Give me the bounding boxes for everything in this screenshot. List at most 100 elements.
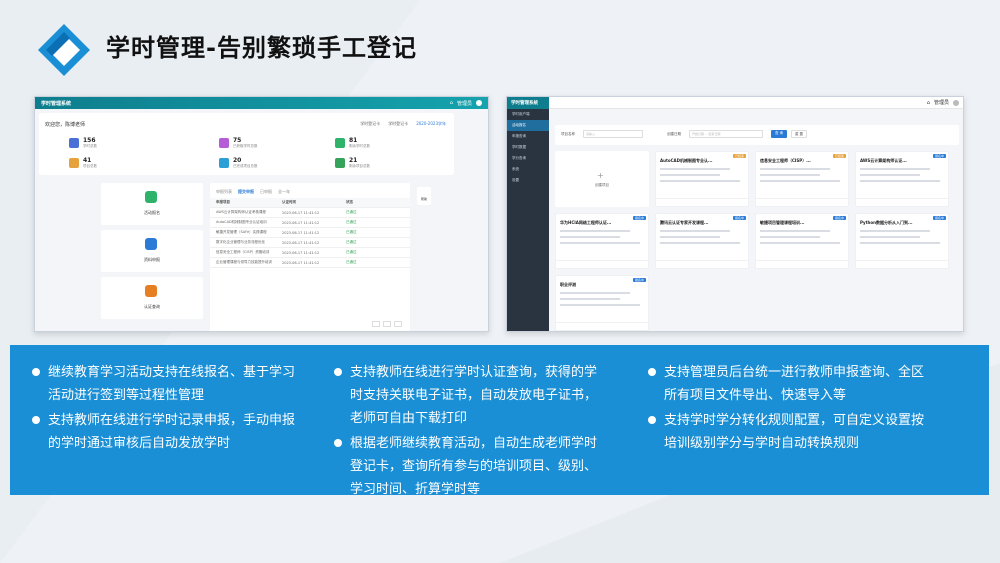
- date-range-input[interactable]: 开始日期 ~ 结束日期: [689, 130, 763, 138]
- tab-submit[interactable]: 提交申报: [238, 189, 254, 195]
- table-row[interactable]: 敏捷开发管理（SAFe）实践课程 2023-06-17 11:41:12 已通过: [210, 228, 410, 238]
- link-registration-card-2[interactable]: 学时登记卡: [388, 121, 408, 127]
- project-card[interactable]: 信息安全工程师（CISP）... 已结束: [755, 151, 849, 207]
- sidebar-item-system[interactable]: 系统: [507, 164, 549, 175]
- avatar[interactable]: [476, 100, 482, 106]
- feature-cards: 活动报名 资料申报 认证查询: [101, 183, 203, 324]
- table-row[interactable]: AWS云计算架构师认证考核课程 2023-06-17 11:41:12 已通过: [210, 208, 410, 218]
- help-button[interactable]: 帮助: [417, 187, 431, 205]
- stat-item: 75 已获取学时总数: [219, 137, 258, 149]
- table-row[interactable]: AutoCAD机械制图专业认证培训 2023-06-17 11:41:12 已通过: [210, 218, 410, 228]
- sidebar-item-credit[interactable]: 学分查询: [507, 153, 549, 164]
- stat-item: 41 项目总数: [69, 157, 97, 169]
- project-card[interactable]: 华为HCIA网络工程师认证... 报名中: [555, 213, 649, 269]
- project-name-input[interactable]: 请输入: [583, 130, 643, 138]
- app-header: 学时管理系统 ⌂ 管理员: [35, 97, 488, 109]
- sidebar-item-settings[interactable]: 设置: [507, 175, 549, 186]
- table-header: 申报项目 认证时间 状态: [210, 198, 410, 208]
- cell: 2023-06-17 11:41:12: [282, 260, 320, 265]
- table-row[interactable]: 企业管理课程与领导力技能提升培训 2023-06-17 11:41:12 已通过: [210, 258, 410, 268]
- table-row[interactable]: 数字化企业管理与业务流程优化 2023-06-17 11:41:12 已通过: [210, 238, 410, 248]
- filter-label: 创建日期: [667, 132, 681, 136]
- sidebar-item-activity[interactable]: 活动报名: [507, 120, 549, 131]
- sidebar-item-data[interactable]: 学时数据: [507, 142, 549, 153]
- status-badge: 已结束: [832, 154, 846, 158]
- screenshot-teacher-dashboard: 学时管理系统 ⌂ 管理员 欢迎您，陈博老师 学时登记卡 学时登记卡 2020-2…: [34, 96, 489, 332]
- home-icon[interactable]: ⌂: [927, 100, 930, 106]
- screenshot-admin-projects: 学时管理系统 学时用户端 活动报名 申报查询 学时数据 学分查询 系统 设置 ⌂…: [506, 96, 964, 332]
- stat-label: 已完成项目总数: [233, 164, 258, 168]
- status-badge: 已结束: [732, 154, 746, 158]
- year-selector[interactable]: 2020-2023学年: [416, 121, 446, 127]
- sidebar-item-query[interactable]: 申报查询: [507, 131, 549, 142]
- card-label: 活动报名: [144, 210, 160, 215]
- user-name: 管理员: [933, 100, 949, 106]
- sidebar-brand: 学时管理系统: [507, 97, 549, 109]
- card-activity-signup[interactable]: 活动报名: [101, 183, 203, 225]
- feature-item: 根据老师继续教育活动，自动生成老师学时登记卡，查询所有参与的培训项目、级别、学习…: [332, 432, 602, 501]
- status-badge: 已通过: [346, 230, 357, 234]
- app-header: ⌂ 管理员: [549, 97, 963, 109]
- link-registration-card[interactable]: 学时登记卡: [360, 121, 380, 127]
- project-card[interactable]: 职业评测 报名中: [555, 275, 649, 331]
- flag-icon: [145, 191, 157, 203]
- project-card[interactable]: Python数据分析从入门到... 报名中: [855, 213, 949, 269]
- stat-number: 156: [83, 137, 96, 144]
- cell: 2023-06-17 11:41:12: [282, 230, 320, 235]
- feature-column-3: 支持管理员后台统一进行教师申报查询、全区所有项目文件导出、快速导入等 支持学时学…: [646, 361, 926, 457]
- document-icon: [145, 238, 157, 250]
- input-placeholder: 开始日期 ~ 结束日期: [692, 132, 721, 136]
- folder-icon: [335, 158, 345, 168]
- chart-icon: [335, 138, 345, 148]
- feature-item: 支持教师在线进行学时记录申报，手动申报的学时通过审核后自动发放学时: [30, 409, 300, 455]
- column-header: 申报项目: [216, 200, 230, 204]
- avatar[interactable]: [953, 99, 959, 106]
- status-badge: 报名中: [632, 278, 646, 282]
- feature-column-2: 支持教师在线进行学时认证查询，获得的学时支持关联电子证书，自动发放电子证书，老师…: [332, 361, 602, 503]
- create-project-card[interactable]: + 创建项目: [555, 151, 649, 207]
- status-badge: 报名中: [632, 216, 646, 220]
- status-badge: 报名中: [932, 154, 946, 158]
- search-button[interactable]: 查 询: [771, 130, 787, 138]
- folder-icon: [69, 158, 79, 168]
- tab-reported[interactable]: 已申报: [260, 189, 272, 195]
- cell: AWS云计算架构师认证考核课程: [216, 210, 266, 214]
- project-title: 华为HCIA网络工程师认证...: [560, 220, 612, 225]
- tab-year[interactable]: 全一年: [278, 189, 290, 195]
- cell: AutoCAD机械制图专业认证培训: [216, 220, 267, 224]
- feature-item: 支持管理员后台统一进行教师申报查询、全区所有项目文件导出、快速导入等: [646, 361, 926, 407]
- card-certification-query[interactable]: 认证查询: [101, 277, 203, 319]
- sidebar-item-user[interactable]: 学时用户端: [507, 109, 549, 120]
- project-card[interactable]: 腾讯云认证专家开发课程... 报名中: [655, 213, 749, 269]
- stat-number: 41: [83, 157, 92, 164]
- stat-number: 81: [349, 137, 358, 144]
- tab-bar: 申报列表 提交申报 已申报 全一年: [210, 183, 410, 198]
- project-title: 敏捷项目管理课程培训...: [760, 220, 805, 225]
- project-card[interactable]: AutoCAD机械制图专业认... 已结束: [655, 151, 749, 207]
- stat-number: 20: [233, 157, 242, 164]
- chart-icon: [69, 138, 79, 148]
- input-placeholder: 请输入: [586, 132, 596, 136]
- cell: 2023-06-17 11:41:12: [282, 240, 320, 245]
- shield-icon: [145, 285, 157, 297]
- tab-report-list[interactable]: 申报列表: [216, 189, 232, 195]
- project-card[interactable]: 敏捷项目管理课程培训... 报名中: [755, 213, 849, 269]
- welcome-text: 欢迎您，陈博老师: [45, 122, 86, 128]
- pagination[interactable]: [372, 321, 402, 327]
- reset-button[interactable]: 重 置: [791, 130, 807, 138]
- project-title: AutoCAD机械制图专业认...: [660, 158, 713, 163]
- logo-icon: [38, 24, 90, 76]
- feature-item: 支持学时学分转化规则配置，可自定义设置按培训级别学分与学时自动转换规则: [646, 409, 926, 455]
- home-icon[interactable]: ⌂: [450, 100, 453, 106]
- project-card[interactable]: AWS云计算架构师认证... 报名中: [855, 151, 949, 207]
- filter-bar: 项目名称 请输入 创建日期 开始日期 ~ 结束日期 查 询 重 置: [555, 125, 959, 145]
- stat-number: 21: [349, 157, 358, 164]
- cell: 数字化企业管理与业务流程优化: [216, 240, 265, 244]
- stat-label: 已获取学时总数: [233, 144, 258, 148]
- table-row[interactable]: 信息安全工程师（CISP）资格培训 2023-06-17 11:41:12 已通过: [210, 248, 410, 258]
- card-material-report[interactable]: 资料申报: [101, 230, 203, 272]
- stat-item: 156 学时总数: [69, 137, 97, 149]
- status-badge: 已通过: [346, 250, 357, 254]
- cell: 敏捷开发管理（SAFe）实践课程: [216, 230, 267, 234]
- app-brand: 学时管理系统: [41, 100, 72, 107]
